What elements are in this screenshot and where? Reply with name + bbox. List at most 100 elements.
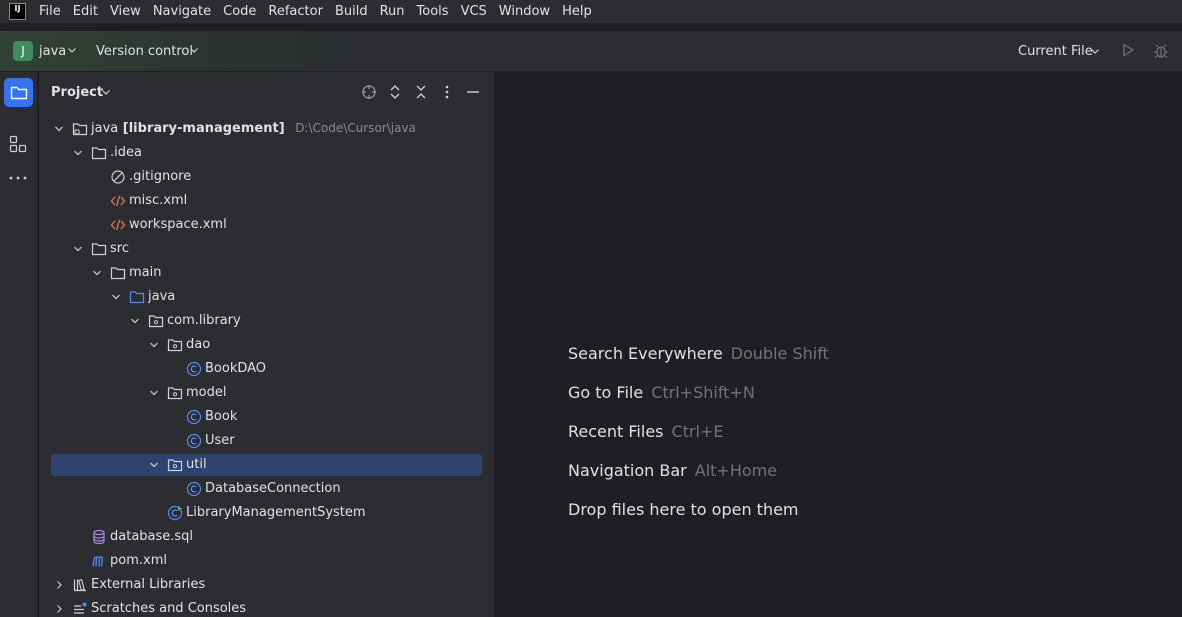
tip-action: Go to File [568, 383, 644, 402]
menu-code[interactable]: Code [222, 2, 257, 21]
tree-node-com-library[interactable]: com.library [39, 309, 494, 333]
structure-icon[interactable] [9, 135, 27, 153]
tree-label: src [110, 241, 129, 256]
chevron-down-icon[interactable] [129, 315, 141, 327]
chevron-down-icon[interactable] [101, 87, 111, 97]
project-selector[interactable]: java [39, 44, 66, 59]
menu-vcs[interactable]: VCS [460, 2, 488, 21]
chevron-right-icon[interactable] [53, 579, 65, 591]
collapse-all-icon[interactable] [413, 84, 429, 100]
chevron-down-icon[interactable] [53, 123, 65, 135]
tree-node-misc-xml[interactable]: misc.xml [39, 189, 494, 213]
tree-label: .gitignore [129, 169, 192, 184]
tip-recent-files: Recent Files Ctrl+E [568, 422, 723, 441]
tree-node-util[interactable]: util [39, 453, 494, 477]
main-toolbar: J java Version control Current File [0, 31, 1182, 72]
chevron-down-icon[interactable] [1090, 46, 1100, 56]
crosshair-icon[interactable] [361, 84, 377, 100]
root-path: D:\Code\Cursor\java [295, 121, 416, 135]
tree-node-src[interactable]: src [39, 237, 494, 261]
xml-file-icon [110, 195, 126, 207]
run-configuration-selector[interactable]: Current File [1018, 44, 1093, 59]
panel-title[interactable]: Project [51, 85, 103, 100]
tree-node-external-libraries[interactable]: External Libraries [39, 573, 494, 597]
library-icon [73, 579, 86, 592]
chevron-down-icon[interactable] [189, 45, 199, 55]
scratches-icon [74, 602, 87, 614]
more-horizontal-icon[interactable] [8, 175, 28, 181]
version-control-button[interactable]: Version control [96, 44, 193, 59]
chevron-down-icon[interactable] [67, 45, 77, 55]
folder-icon [91, 147, 107, 160]
class-icon [186, 409, 202, 425]
menu-refactor[interactable]: Refactor [267, 2, 324, 21]
chevron-down-icon[interactable] [72, 147, 84, 159]
menu-tools[interactable]: Tools [416, 2, 450, 21]
more-vertical-icon[interactable] [439, 84, 455, 100]
tree-node-workspace-xml[interactable]: workspace.xml [39, 213, 494, 237]
package-icon [148, 315, 164, 328]
tree-label: dao [186, 337, 211, 352]
project-badge[interactable]: J [13, 41, 33, 61]
chevron-down-icon[interactable] [148, 339, 160, 351]
menu-edit[interactable]: Edit [72, 2, 99, 21]
tree-node-dao[interactable]: dao [39, 333, 494, 357]
tree-node-database-sql[interactable]: database.sql [39, 525, 494, 549]
chevron-down-icon[interactable] [72, 243, 84, 255]
tree-node-user[interactable]: User [39, 429, 494, 453]
database-icon [93, 529, 105, 545]
main-class-icon [167, 505, 183, 521]
tree-node-main[interactable]: main [39, 261, 494, 285]
chevron-down-icon[interactable] [91, 267, 103, 279]
tree-node-pom-xml[interactable]: pom.xml [39, 549, 494, 573]
menu-view[interactable]: View [109, 2, 142, 21]
tree-node-root[interactable]: java [library-management] D:\Code\Cursor… [39, 117, 494, 141]
module-folder-icon [72, 123, 88, 136]
tool-window-strip [0, 72, 38, 617]
tree-label: misc.xml [129, 193, 188, 208]
tree-node-librarymanagementsystem[interactable]: LibraryManagementSystem [39, 501, 494, 525]
tree-node-idea[interactable]: .idea [39, 141, 494, 165]
tip-navigation-bar: Navigation Bar Alt+Home [568, 461, 777, 480]
tree-node-bookdao[interactable]: BookDAO [39, 357, 494, 381]
menu-help[interactable]: Help [561, 2, 593, 21]
tree-node-book[interactable]: Book [39, 405, 494, 429]
menu-file[interactable]: File [38, 2, 62, 21]
tree-label: util [186, 457, 207, 472]
class-icon [186, 433, 202, 449]
bug-icon[interactable] [1152, 42, 1170, 60]
menu-window[interactable]: Window [498, 2, 551, 21]
tip-search-everywhere: Search Everywhere Double Shift [568, 344, 829, 363]
chevron-down-icon[interactable] [148, 459, 160, 471]
expand-all-icon[interactable] [387, 84, 403, 100]
folder-icon [91, 243, 107, 256]
tree-label: main [129, 265, 162, 280]
minimize-icon[interactable] [465, 84, 481, 100]
tip-shortcut: Ctrl+Shift+N [651, 383, 755, 402]
package-icon [167, 459, 183, 472]
tree-label: model [186, 385, 227, 400]
chevron-down-icon[interactable] [148, 387, 160, 399]
tree-node-gitignore[interactable]: .gitignore [39, 165, 494, 189]
chevron-right-icon[interactable] [53, 603, 65, 615]
project-tool-button[interactable] [4, 78, 33, 107]
project-panel: Project java [library-management] D:\Cod… [39, 72, 494, 617]
tree-node-scratches[interactable]: Scratches and Consoles [39, 597, 494, 617]
tree-label: External Libraries [91, 577, 206, 592]
play-icon[interactable] [1120, 42, 1136, 58]
menu-navigate[interactable]: Navigate [152, 2, 212, 21]
tree-node-model[interactable]: model [39, 381, 494, 405]
tree-node-databaseconnection[interactable]: DatabaseConnection [39, 477, 494, 501]
tree-node-java-sources[interactable]: java [39, 285, 494, 309]
tree-label: database.sql [110, 529, 194, 544]
tree-label: DatabaseConnection [205, 481, 341, 496]
menu-run[interactable]: Run [379, 2, 406, 21]
intellij-logo-icon: IJ [9, 3, 26, 20]
source-folder-icon [129, 291, 145, 304]
menu-build[interactable]: Build [334, 2, 369, 21]
tip-action: Drop files here to open them [568, 500, 799, 519]
tree-label: .idea [110, 145, 142, 160]
chevron-down-icon[interactable] [110, 291, 122, 303]
tip-action: Search Everywhere [568, 344, 723, 363]
tree-label: workspace.xml [129, 217, 227, 232]
